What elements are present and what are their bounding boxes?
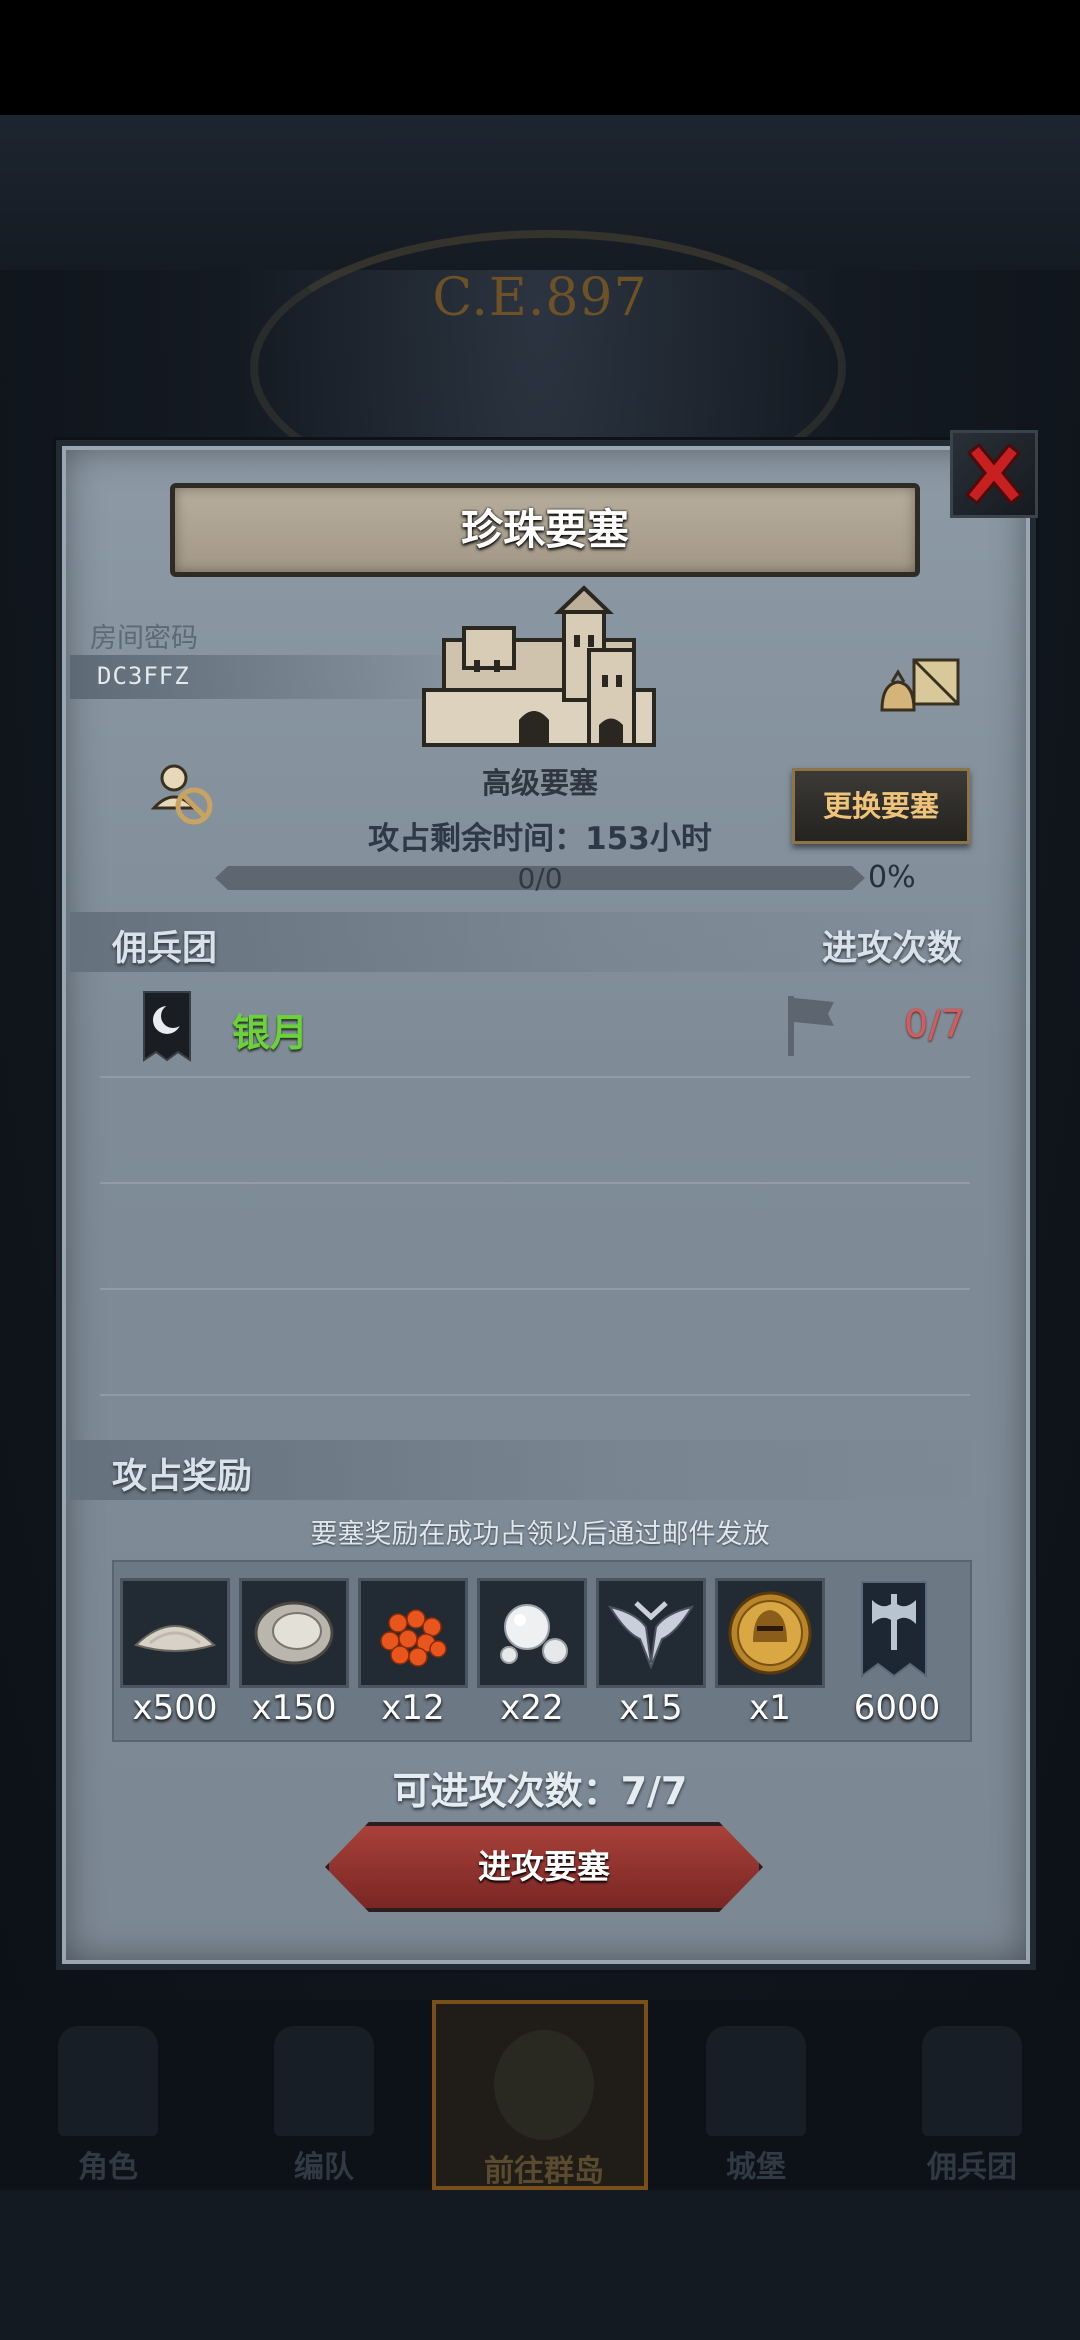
dialog-title: 珍珠要塞: [170, 483, 920, 577]
nav-label: 前往群岛: [484, 2154, 604, 2189]
era-label: C.E.897: [432, 268, 648, 328]
pearl-icon: [500, 1604, 568, 1664]
rewards-title: 攻占奖励: [112, 1457, 253, 1497]
room-label: 房间密码: [90, 623, 198, 654]
globe-icon: [494, 2030, 594, 2140]
list-divider: [100, 1076, 970, 1078]
oyster-icon: [254, 1601, 334, 1665]
winged-emblem-icon: [607, 1601, 695, 1670]
time-remaining: 攻占剩余时间：153小时: [368, 821, 712, 857]
castle-icon: [422, 585, 656, 747]
flag-icon: [784, 992, 840, 1062]
nav-label: 城堡: [726, 2150, 786, 2185]
helmet-icon: [274, 2026, 374, 2136]
rewards-note: 要塞奖励在成功占领以后通过邮件发放: [310, 1519, 770, 1550]
castle-nav-icon: [706, 2026, 806, 2136]
nav-label: 佣兵团: [927, 2150, 1017, 2185]
nav-item-islands[interactable]: 前往群岛: [432, 2000, 648, 2190]
supplies-icon[interactable]: [876, 650, 966, 724]
attacks-header: 进攻次数: [822, 929, 963, 969]
navigation-bar-area: [0, 2190, 1080, 2340]
guild-name[interactable]: 银月: [232, 1002, 308, 1057]
reward-item[interactable]: x1: [715, 1578, 825, 1728]
gold-helmet-coin-icon: [728, 1591, 812, 1675]
reward-item[interactable]: x12: [358, 1578, 468, 1728]
reward-item[interactable]: x150: [239, 1578, 349, 1728]
nav-item-mercenary[interactable]: 佣兵团: [864, 2000, 1080, 2190]
reward-item[interactable]: 6000: [842, 1578, 952, 1728]
list-divider: [100, 1394, 970, 1396]
reward-quantity: 6000: [853, 1688, 941, 1728]
guild-attack-count: 0/7: [904, 1002, 966, 1046]
salt-pile-icon: [134, 1625, 216, 1652]
list-divider: [100, 1288, 970, 1290]
knight-icon: [58, 2026, 158, 2136]
available-attacks: 可进攻次数：7/7: [392, 1769, 688, 1813]
room-code[interactable]: DC3FFZ: [97, 662, 190, 690]
list-divider: [100, 1182, 970, 1184]
mercenary-title: 佣兵团: [112, 929, 218, 969]
axe-banner-icon: [861, 1581, 927, 1678]
fish-roe-icon: [380, 1609, 447, 1667]
status-bar: [0, 0, 1080, 115]
attack-fortress-button[interactable]: 进攻要塞: [325, 1822, 763, 1912]
close-button[interactable]: [950, 430, 1038, 518]
ship-icon: [922, 2026, 1022, 2136]
nav-item-character[interactable]: 角色: [0, 2000, 216, 2190]
nav-label: 角色: [78, 2150, 138, 2185]
nav-item-castle[interactable]: 城堡: [648, 2000, 864, 2190]
nav-label: 编队: [294, 2150, 354, 2185]
progress-percent: 0%: [868, 860, 916, 895]
nav-item-formation[interactable]: 编队: [216, 2000, 432, 2190]
close-icon: [964, 442, 1024, 506]
reward-item[interactable]: x500: [120, 1578, 230, 1728]
crescent-banner-icon: [142, 990, 192, 1066]
progress-text: 0/0: [517, 862, 563, 895]
reward-item[interactable]: x15: [596, 1578, 706, 1728]
reward-item[interactable]: x22: [477, 1578, 587, 1728]
